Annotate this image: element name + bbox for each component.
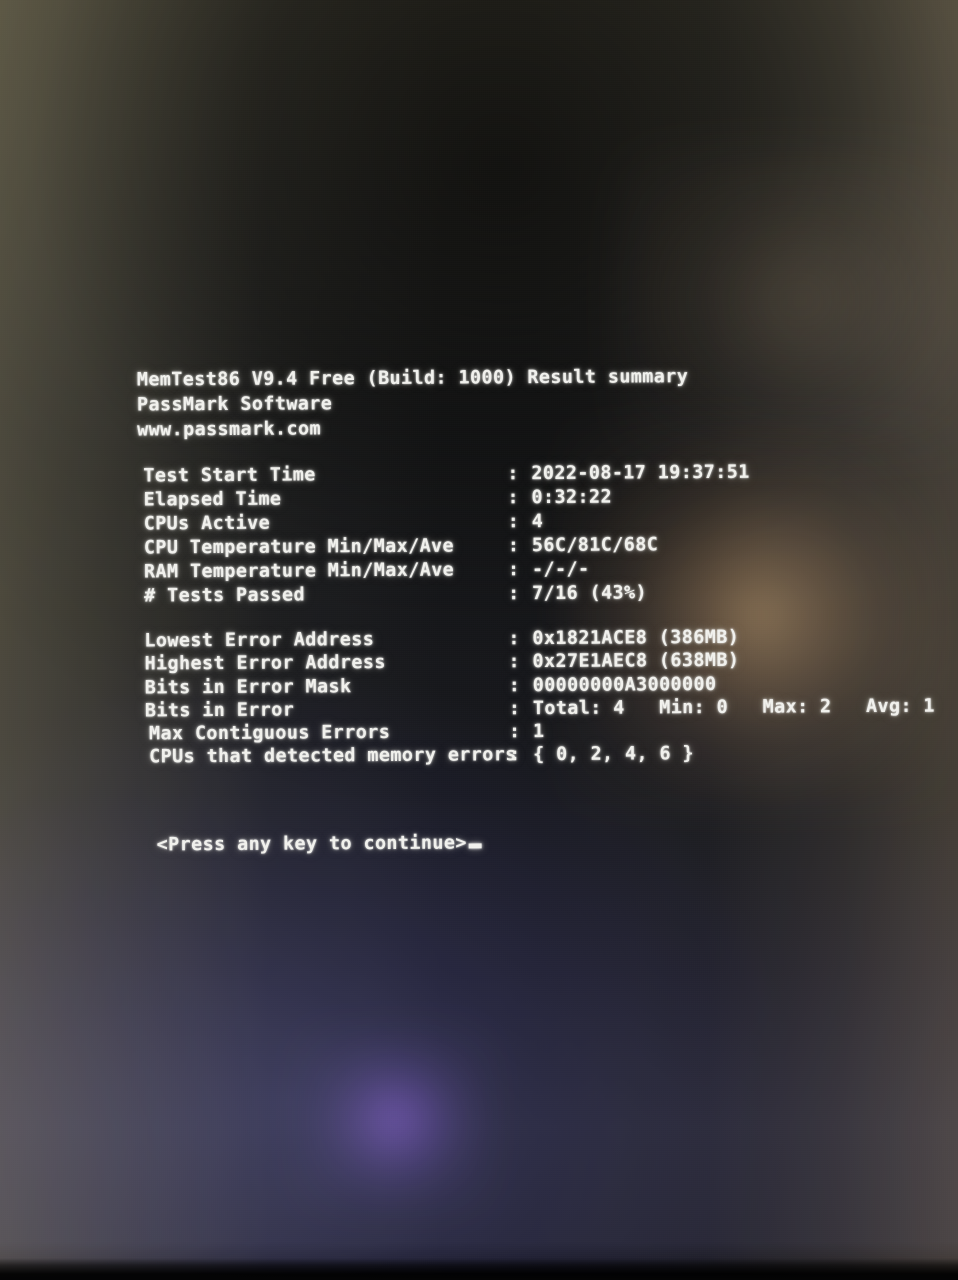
separator-colon: :: [507, 535, 520, 557]
value-highest-error-address: 0x27E1AEC8 (638MB): [532, 649, 740, 673]
value-cpus-detected-errors: { 0, 2, 4, 6 }: [533, 743, 694, 766]
separator-colon: :: [508, 675, 521, 697]
label-ram-temperature: RAM Temperature Min/Max/Ave: [143, 559, 455, 583]
vendor-website: www.passmark.com: [137, 418, 321, 441]
value-cpu-temperature: 56C/81C/68C: [531, 534, 659, 557]
separator-colon: :: [507, 487, 520, 509]
value-ram-temperature: -/-/-: [531, 558, 590, 581]
value-test-start-time: 2022-08-17 19:37:51: [531, 461, 750, 485]
app-title: MemTest86 V9.4 Free (Build: 1000) Result…: [136, 366, 689, 391]
label-tests-passed: # Tests Passed: [144, 584, 306, 607]
value-elapsed-time: 0:32:22: [531, 486, 613, 509]
value-tests-passed: 7/16 (43%): [532, 582, 648, 605]
label-lowest-error-address: Lowest Error Address: [144, 629, 375, 652]
separator-colon: :: [507, 559, 520, 581]
value-max-contiguous-errors: 1: [532, 721, 545, 743]
label-cpus-active: CPUs Active: [143, 512, 271, 535]
value-bits-in-error: Total: 4 Min: 0 Max: 2 Avg: 1: [532, 695, 935, 720]
separator-colon: :: [507, 511, 520, 533]
separator-colon: :: [509, 744, 521, 766]
label-max-contiguous-errors: Max Contiguous Errors: [148, 721, 391, 745]
label-elapsed-time: Elapsed Time: [143, 488, 282, 511]
value-lowest-error-address: 0x1821ACE8 (386MB): [532, 626, 740, 650]
separator-colon: :: [508, 721, 521, 743]
memtest86-console: MemTest86 V9.4 Free (Build: 1000) Result…: [0, 0, 958, 1280]
label-cpus-detected-errors: CPUs that detected memory errors: [149, 744, 517, 768]
separator-colon: :: [508, 628, 520, 650]
value-cpus-active: 4: [531, 511, 544, 533]
label-bits-in-error: Bits in Error: [144, 699, 295, 722]
value-bits-in-error-mask: 00000000A3000000: [532, 673, 717, 697]
monitor-bezel-bottom: [0, 1258, 958, 1280]
separator-colon: :: [508, 698, 521, 720]
label-test-start-time: Test Start Time: [143, 464, 316, 487]
separator-colon: :: [508, 651, 521, 673]
label-bits-in-error-mask: Bits in Error Mask: [144, 676, 352, 699]
continue-prompt-text: <Press any key to continue>: [156, 832, 467, 856]
continue-prompt-row[interactable]: <Press any key to continue>: [157, 832, 482, 855]
separator-colon: :: [508, 583, 520, 605]
text-cursor: [468, 843, 482, 849]
monitor-photo: MemTest86 V9.4 Free (Build: 1000) Result…: [0, 0, 958, 1280]
label-cpu-temperature: CPU Temperature Min/Max/Ave: [143, 535, 455, 559]
separator-colon: :: [507, 463, 519, 485]
vendor-name: PassMark Software: [136, 393, 333, 416]
label-highest-error-address: Highest Error Address: [144, 651, 386, 675]
